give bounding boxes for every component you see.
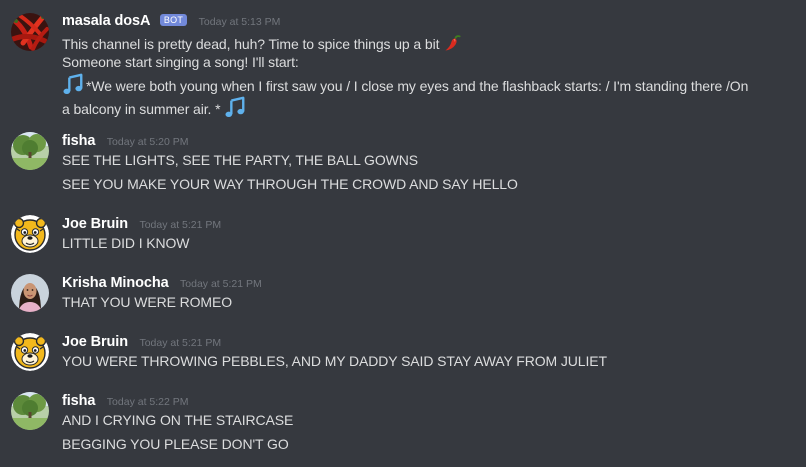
- message-header: fisha Today at 5:20 PM: [62, 132, 189, 152]
- bruin-bear-avatar[interactable]: [11, 215, 49, 253]
- timestamp: Today at 5:21 PM: [180, 278, 262, 290]
- hot-pepper-emoji-icon: [443, 33, 463, 56]
- timestamp: Today at 5:20 PM: [106, 136, 189, 148]
- message-text: a balcony in summer air. *: [62, 101, 221, 117]
- author-name[interactable]: Krisha Minocha: [62, 275, 169, 291]
- message-header: fisha Today at 5:22 PM: [62, 392, 189, 412]
- message-line: *We were both young when I first saw you…: [62, 73, 748, 98]
- message-header: Joe Bruin Today at 5:21 PM: [62, 215, 221, 235]
- message-line: This channel is pretty dead, huh? Time t…: [62, 33, 463, 56]
- message-header: Krisha Minocha Today at 5:21 PM: [62, 274, 262, 294]
- message-line: THAT YOU WERE ROMEO: [62, 294, 233, 310]
- bot-badge: BOT: [159, 14, 188, 26]
- timestamp: Today at 5:13 PM: [198, 16, 281, 28]
- message-text: Someone start singing a song! I'll start…: [62, 54, 299, 70]
- message-header: masala dosA BOT Today at 5:13 PM: [62, 12, 280, 32]
- author-name[interactable]: fisha: [62, 393, 95, 409]
- message-line: LITTLE DID I KNOW: [62, 235, 190, 251]
- message-header: Joe Bruin Today at 5:21 PM: [62, 333, 221, 353]
- timestamp: Today at 5:21 PM: [139, 337, 222, 349]
- message-text: This channel is pretty dead, huh? Time t…: [62, 36, 440, 52]
- message-line: SEE YOU MAKE YOUR WAY THROUGH THE CROWD …: [62, 176, 518, 192]
- message-line: Someone start singing a song! I'll start…: [62, 54, 299, 70]
- musical-notes-emoji-icon: [62, 73, 84, 98]
- park-tree-avatar[interactable]: [11, 132, 49, 170]
- park-tree-avatar[interactable]: [11, 392, 49, 430]
- author-name[interactable]: masala dosA: [62, 13, 150, 29]
- message-list: masala dosA BOT Today at 5:13 PM This ch…: [0, 0, 806, 467]
- musical-notes-emoji-icon: [224, 96, 246, 121]
- author-name[interactable]: Joe Bruin: [62, 216, 128, 232]
- red-chili-peppers-avatar[interactable]: [11, 13, 49, 51]
- message-line: AND I CRYING ON THE STAIRCASE: [62, 412, 294, 428]
- message-line: YOU WERE THROWING PEBBLES, AND MY DADDY …: [62, 353, 607, 369]
- message-line: a balcony in summer air. *: [62, 96, 246, 121]
- author-name[interactable]: Joe Bruin: [62, 334, 128, 350]
- person-photo-avatar[interactable]: [11, 274, 49, 312]
- message-line: BEGGING YOU PLEASE DON'T GO: [62, 436, 289, 452]
- message-line: SEE THE LIGHTS, SEE THE PARTY, THE BALL …: [62, 152, 418, 168]
- timestamp: Today at 5:22 PM: [106, 396, 189, 408]
- author-name[interactable]: fisha: [62, 133, 95, 149]
- message-text: *We were both young when I first saw you…: [86, 78, 749, 94]
- timestamp: Today at 5:21 PM: [139, 219, 222, 231]
- bruin-bear-avatar[interactable]: [11, 333, 49, 371]
